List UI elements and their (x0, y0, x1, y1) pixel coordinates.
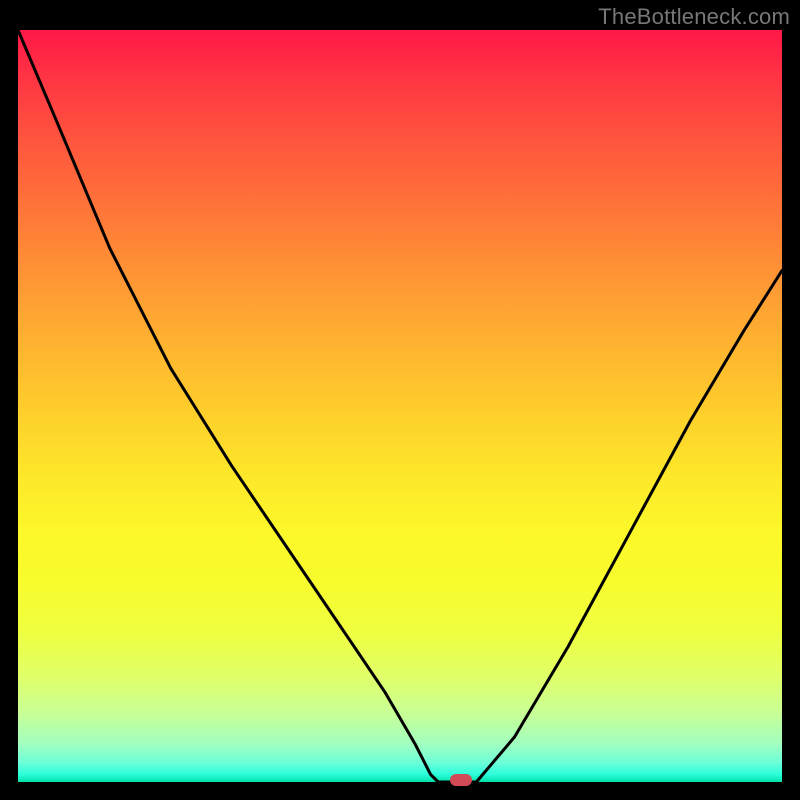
watermark-label: TheBottleneck.com (598, 4, 790, 30)
gradient-plot-background (18, 30, 782, 782)
bottleneck-marker (450, 774, 472, 786)
chart-container: TheBottleneck.com (0, 0, 800, 800)
